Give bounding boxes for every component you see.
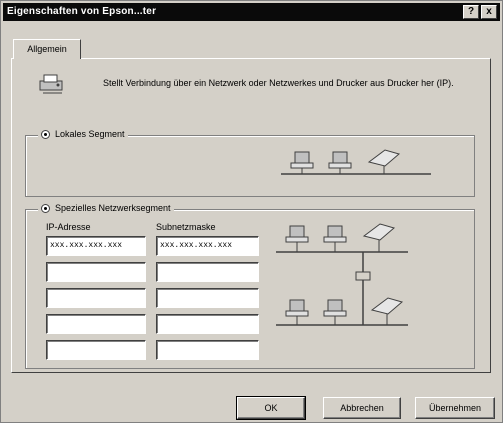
- ip-address-input-3[interactable]: [46, 288, 146, 308]
- ip-address-header: IP-Adresse: [46, 222, 91, 232]
- ip-address-input-5[interactable]: [46, 340, 146, 360]
- subnet-mask-input-5[interactable]: [156, 340, 259, 360]
- intro-text: Stellt Verbindung über ein Netzwerk oder…: [103, 78, 454, 88]
- help-button[interactable]: ?: [463, 5, 479, 19]
- ip-address-input-2[interactable]: [46, 262, 146, 282]
- local-network-diagram-icon: [281, 149, 431, 175]
- subnet-mask-input-2[interactable]: [156, 262, 259, 282]
- tab-general[interactable]: Allgemein: [13, 39, 81, 59]
- subnet-mask-header: Subnetzmaske: [156, 222, 216, 232]
- ip-address-input-1[interactable]: xxx.xxx.xxx.xxx: [46, 236, 146, 256]
- subnet-mask-input-3[interactable]: [156, 288, 259, 308]
- ok-button[interactable]: OK: [236, 396, 306, 420]
- local-segment-legend[interactable]: Lokales Segment: [38, 129, 128, 139]
- printer-network-icon: [39, 74, 63, 94]
- apply-button[interactable]: Übernehmen: [415, 397, 495, 419]
- local-segment-label: Lokales Segment: [55, 129, 125, 139]
- subnet-mask-input-1[interactable]: xxx.xxx.xxx.xxx: [156, 236, 259, 256]
- subnet-mask-input-4[interactable]: [156, 314, 259, 334]
- special-segment-group: Spezielles Netzwerksegment IP-Adresse Su…: [25, 203, 475, 369]
- cancel-button[interactable]: Abbrechen: [323, 397, 401, 419]
- special-segment-legend[interactable]: Spezielles Netzwerksegment: [38, 203, 174, 213]
- special-segment-label: Spezielles Netzwerksegment: [55, 203, 171, 213]
- dialog-window: Eigenschaften von Epson...ter ? x Allgem…: [0, 0, 503, 423]
- title-bar[interactable]: Eigenschaften von Epson...ter ? x: [3, 3, 500, 21]
- ip-address-input-4[interactable]: [46, 314, 146, 334]
- window-title: Eigenschaften von Epson...ter: [7, 6, 157, 17]
- close-button[interactable]: x: [481, 5, 497, 19]
- special-segment-radio[interactable]: [41, 203, 50, 213]
- local-segment-radio[interactable]: [41, 129, 50, 139]
- local-segment-group: Lokales Segment: [25, 129, 475, 197]
- routed-network-diagram-icon: [276, 223, 408, 326]
